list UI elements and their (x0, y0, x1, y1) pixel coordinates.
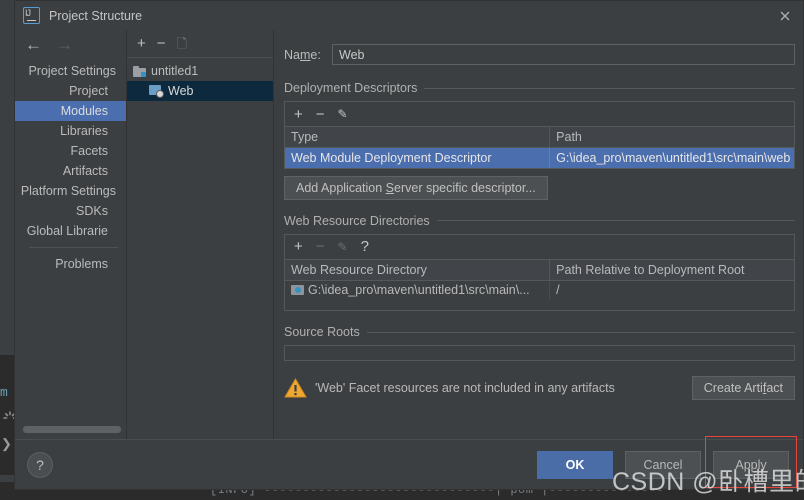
column-header-type[interactable]: Type (285, 127, 551, 148)
module-tree-node-web[interactable]: Web (127, 81, 273, 101)
module-tree-node-untitled1[interactable]: untitled1 (127, 61, 273, 81)
table-row[interactable]: G:\idea_pro\maven\untitled1\src\main\...… (285, 280, 794, 300)
section-title: Web Resource Directories (284, 213, 430, 228)
plus-icon[interactable]: + (137, 36, 146, 51)
deployment-descriptors-table: Type Path Web Module Deployment Descript… (285, 127, 794, 168)
dialog-footer: ? OK Cancel Apply (15, 435, 803, 489)
sidebar-item-problems[interactable]: Problems (15, 254, 126, 274)
question-icon[interactable]: ? (361, 239, 369, 254)
module-folder-icon (133, 65, 146, 77)
module-toolbar: + − 🗋 (127, 30, 273, 58)
module-tree: untitled1 Web (127, 58, 273, 439)
source-roots-panel[interactable] (284, 345, 795, 361)
screen: m ❯ [INFO] -----------------------------… (0, 0, 804, 500)
project-structure-dialog: Project Structure ← → Project Settings P… (14, 0, 804, 490)
pencil-icon: ✎ (337, 239, 348, 254)
name-row: Name: (284, 44, 795, 65)
arrow-left-icon[interactable]: ← (25, 36, 42, 53)
minus-icon[interactable]: − (316, 107, 325, 122)
source-roots-section: Source Roots (284, 325, 795, 361)
create-artifact-button[interactable]: Create Artifact (691, 376, 795, 400)
section-rule (436, 220, 795, 221)
navigation-toolbar: ← → (15, 30, 126, 58)
web-resource-directories-header: Web Resource Directories (284, 214, 795, 228)
name-input[interactable] (332, 44, 795, 65)
column-header-path-relative[interactable]: Path Relative to Deployment Root (549, 259, 794, 281)
sidebar-item-artifacts[interactable]: Artifacts (15, 161, 126, 181)
apply-button[interactable]: Apply (713, 450, 789, 479)
dialog-titlebar: Project Structure (15, 1, 803, 30)
directory-icon (291, 284, 304, 296)
minus-icon[interactable]: − (157, 36, 166, 51)
web-resource-directories-table: Web Resource Directory Path Relative to … (285, 259, 794, 300)
sidebar-item-sdks[interactable]: SDKs (15, 201, 126, 221)
section-rule (366, 331, 795, 333)
copy-icon[interactable]: 🗋 (177, 37, 187, 50)
column-header-web-resource-directory[interactable]: Web Resource Directory (285, 259, 551, 281)
section-title: Source Roots (284, 325, 360, 339)
sidebar-item-project[interactable]: Project (15, 81, 126, 101)
table-empty-space (285, 300, 794, 310)
table-header-row: Web Resource Directory Path Relative to … (285, 259, 794, 281)
section-rule (424, 87, 795, 89)
source-roots-header: Source Roots (284, 325, 795, 339)
web-facet-icon (149, 85, 164, 98)
cell-relative-path: / (556, 283, 560, 298)
ok-button[interactable]: OK (537, 450, 613, 479)
plus-icon[interactable]: + (294, 107, 303, 122)
web-resource-directories-section: Web Resource Directories + − ✎ ? Web Res… (284, 214, 795, 311)
sidebar-item-libraries[interactable]: Libraries (15, 121, 126, 141)
sidebar-group-platform-settings: Platform Settings (20, 184, 116, 198)
deployment-descriptors-section: Deployment Descriptors + − ✎ Type Path W… (284, 81, 795, 200)
add-application-server-descriptor-button[interactable]: Add Application Server specific descript… (284, 175, 548, 200)
artifact-warning-message: 'Web' Facet resources are not included i… (315, 381, 615, 395)
cell-type: Web Module Deployment Descriptor (285, 147, 551, 168)
section-title: Deployment Descriptors (284, 81, 418, 95)
deployment-descriptors-panel: + − ✎ Type Path Web Module Deployment De… (284, 101, 795, 169)
module-tree-pane: + − 🗋 untitled1 Web (127, 30, 274, 439)
sidebar-item-facets[interactable]: Facets (15, 141, 126, 161)
sidebar-item-modules[interactable]: Modules (15, 101, 126, 121)
cell-directory-label: G:\idea_pro\maven\untitled1\src\main\... (308, 283, 530, 298)
arrow-right-icon: → (56, 34, 73, 54)
web-resource-directories-toolbar: + − ✎ ? (285, 235, 794, 260)
ide-expand-chevron-icon: ❯ (1, 436, 12, 451)
cancel-button[interactable]: Cancel (625, 450, 701, 479)
name-label: Name: (284, 47, 321, 62)
deployment-descriptors-header: Deployment Descriptors (284, 81, 795, 95)
web-resource-directories-panel: + − ✎ ? Web Resource Directory Path Rela… (284, 233, 795, 311)
cell-directory: G:\idea_pro\maven\untitled1\src\main\... (285, 280, 551, 300)
sidebar-group-project-settings: Project Settings (28, 64, 116, 78)
dialog-body: ← → Project Settings Project Modules Lib… (15, 30, 803, 439)
sidebar-horizontal-scrollbar[interactable] (23, 426, 121, 433)
settings-navigation-pane: ← → Project Settings Project Modules Lib… (15, 30, 127, 439)
plus-icon[interactable]: + (294, 239, 303, 254)
help-button[interactable]: ? (27, 451, 53, 478)
module-tree-node-label: Web (168, 84, 194, 98)
close-icon[interactable] (777, 8, 793, 24)
warning-triangle-icon (284, 378, 307, 398)
sidebar-item-global-libraries[interactable]: Global Librarie (15, 221, 126, 241)
pencil-icon[interactable]: ✎ (338, 108, 348, 120)
column-header-path[interactable]: Path (549, 127, 794, 148)
table-header-row: Type Path (285, 127, 794, 148)
cell-path: G:\idea_pro\maven\untitled1\src\main\web (549, 147, 794, 168)
deployment-descriptors-toolbar: + − ✎ (285, 102, 794, 127)
table-row[interactable]: Web Module Deployment Descriptor G:\idea… (285, 147, 794, 168)
intellij-idea-icon (23, 7, 40, 24)
settings-list: Project Settings Project Modules Librari… (15, 58, 126, 439)
module-tree-node-label: untitled1 (151, 64, 199, 78)
apply-button-wrapper: Apply (705, 435, 797, 488)
minus-icon: − (315, 238, 325, 255)
ide-code-fragment: m (0, 385, 8, 400)
artifact-warning-row: 'Web' Facet resources are not included i… (284, 376, 795, 400)
dialog-title: Project Structure (49, 8, 143, 23)
sidebar-divider (29, 247, 118, 248)
facet-settings-pane: Name: Deployment Descriptors + − ✎ (274, 30, 803, 439)
